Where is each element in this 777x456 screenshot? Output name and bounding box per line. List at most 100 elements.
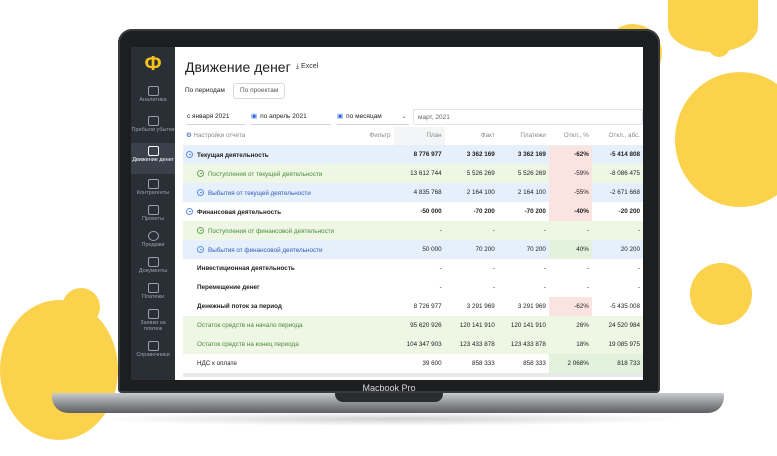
cell-deviation-pct: -40% <box>548 202 592 221</box>
report-settings-button[interactable]: ⚙ Настройки отчета Фильтр <box>183 127 394 146</box>
chevron-down-icon: ⌄ <box>401 113 407 120</box>
cell-plan: 8 726 977 <box>393 297 445 316</box>
chart-icon <box>147 86 159 96</box>
cell-payments: 5 526 269 <box>497 164 549 183</box>
cell-deviation-pct: 40% <box>548 240 592 259</box>
cell-deviation-abs: -20 200 <box>591 202 643 221</box>
sidebar-item-label: Проекты <box>141 216 165 222</box>
sales-icon <box>147 231 159 241</box>
cell-plan: 8 776 977 <box>393 145 445 164</box>
cell-deviation-abs: 20 200 <box>591 240 643 259</box>
projects-icon <box>147 205 159 215</box>
collapse-icon[interactable] <box>186 150 193 158</box>
export-excel-button[interactable]: ⤓ Excel <box>296 63 318 71</box>
cell-plan: - <box>393 221 445 240</box>
cell-payments: - <box>497 221 549 240</box>
sidebar-item-label: Продажи <box>141 242 165 248</box>
table-row[interactable]: Текущая деятельность 8 776 977 3 362 169… <box>183 145 643 164</box>
sidebar-item-requests[interactable]: Заявки на платеж <box>131 306 175 337</box>
date-from-field[interactable]: с января 2021 <box>187 109 245 125</box>
row-name: Инвестиционная деятельность <box>197 265 295 272</box>
table-row[interactable]: Выбытия от финансовой деятельности 50 00… <box>183 240 643 259</box>
cell-deviation-pct: -62% <box>548 297 592 316</box>
cell-deviation-abs: -8 086 475 <box>591 164 643 183</box>
table-row[interactable]: Остаток средств на конец периода 104 347… <box>183 335 643 354</box>
catalogs-icon <box>147 341 159 351</box>
sidebar-item-money-flow[interactable]: Движение денег <box>131 143 175 174</box>
expand-icon[interactable] <box>197 188 204 196</box>
sidebar-item-label: Прибыли убытки <box>131 127 175 133</box>
cell-deviation-abs: -5 435 008 <box>591 297 643 316</box>
date-to-label: по апрель 2021 <box>260 113 307 120</box>
col-fact[interactable]: Факт <box>444 127 498 146</box>
sidebar-item-label: Заявки на платеж <box>140 320 166 332</box>
cell-payments: 120 141 910 <box>497 316 549 335</box>
col-payments[interactable]: Платежи <box>497 127 549 146</box>
table-row[interactable]: Денежный поток за период 8 726 977 3 291… <box>183 297 643 316</box>
cell-deviation-pct: 2 068% <box>548 354 592 373</box>
period-preview: март, 2021 <box>413 109 643 125</box>
cell-deviation-pct: 18% <box>548 335 592 354</box>
sidebar-item-analytics[interactable]: Аналитика <box>131 83 175 114</box>
table-row[interactable]: Выбытия от текущей деятельности 4 835 76… <box>183 183 643 202</box>
table-row[interactable]: Перемещение денег - - - - - <box>183 278 643 297</box>
tab-by-periods[interactable]: По периодам <box>185 83 225 99</box>
main-panel: Движение денег ⤓ Excel По периодам По пр… <box>175 47 643 380</box>
expand-icon[interactable] <box>197 169 204 177</box>
documents-icon <box>147 257 159 267</box>
cell-deviation-abs: 19 085 975 <box>591 335 643 354</box>
filter-label[interactable]: Фильтр <box>369 132 390 139</box>
col-deviation-abs[interactable]: Откл., абс. <box>591 127 643 146</box>
laptop-shadow <box>90 412 690 426</box>
col-deviation-pct[interactable]: Откл., % <box>548 127 592 146</box>
cell-plan: 4 835 768 <box>393 183 445 202</box>
sidebar-item-label: Документы <box>138 268 168 274</box>
row-name: Остаток средств на начало периода <box>197 322 303 329</box>
cell-fact: 3 362 169 <box>444 145 498 164</box>
expand-icon[interactable] <box>197 245 204 253</box>
cell-deviation-pct: - <box>548 278 592 297</box>
tab-by-projects[interactable]: По проектам <box>233 83 286 99</box>
cell-payments: - <box>497 259 549 278</box>
date-to-field[interactable]: ▣ по апрель 2021 <box>251 109 331 125</box>
col-plan[interactable]: План <box>393 127 445 146</box>
row-name: НДС к оплате <box>197 360 237 367</box>
sidebar-item-label: Аналитика <box>139 97 167 103</box>
cell-deviation-abs: -2 671 668 <box>591 183 643 202</box>
table-row[interactable]: Поступления от финансовой деятельности -… <box>183 221 643 240</box>
expand-icon[interactable] <box>197 226 204 234</box>
cell-payments: 3 362 169 <box>497 145 549 164</box>
cell-fact: 70 200 <box>444 240 498 259</box>
yellow-blob <box>85 343 113 371</box>
cell-plan: 13 612 744 <box>393 164 445 183</box>
requests-icon <box>147 309 159 319</box>
cell-deviation-abs: 24 520 984 <box>591 316 643 335</box>
table-row[interactable]: Остаток средств на начало периода 95 620… <box>183 316 643 335</box>
table-row[interactable]: Инвестиционная деятельность - - - - - <box>183 259 643 278</box>
cell-deviation-abs: 818 733 <box>591 354 643 373</box>
cell-deviation-abs: - <box>591 221 643 240</box>
row-name: Поступления от текущей деятельности <box>208 170 323 178</box>
cell-deviation-pct: - <box>548 221 592 240</box>
table-row[interactable]: Поступления от текущей деятельности 13 6… <box>183 164 643 183</box>
cell-fact: 5 526 269 <box>444 164 498 183</box>
sidebar-item-catalogs[interactable]: Справочники <box>131 338 175 369</box>
app-logo[interactable]: Ф <box>142 53 164 75</box>
table-row[interactable]: Финансовая деятельность -50 000 -70 200 … <box>183 202 643 221</box>
export-label: Excel <box>301 63 319 70</box>
step-select[interactable]: ▣ по месяцам ⌄ <box>337 109 409 125</box>
contractors-icon <box>147 179 159 189</box>
laptop-screen: Ф Аналитика Прибыли убытки Движение дене… <box>131 47 643 380</box>
sidebar-item-profit[interactable]: Прибыли убытки <box>131 113 175 144</box>
collapse-icon[interactable] <box>186 207 193 215</box>
table-row[interactable]: НДС к оплате 39 600 858 333 858 333 2 06… <box>183 354 643 373</box>
cell-plan: - <box>393 259 445 278</box>
horizontal-scrollbar[interactable] <box>183 373 643 377</box>
sidebar-item-label: Справочники <box>136 352 170 358</box>
cell-fact: 2 164 100 <box>444 183 498 202</box>
cell-plan: 95 620 926 <box>393 316 445 335</box>
page-title: Движение денег <box>185 59 291 75</box>
cell-plan: - <box>393 278 445 297</box>
calendar-icon: ▣ <box>337 113 344 120</box>
cell-payments: 70 200 <box>497 240 549 259</box>
